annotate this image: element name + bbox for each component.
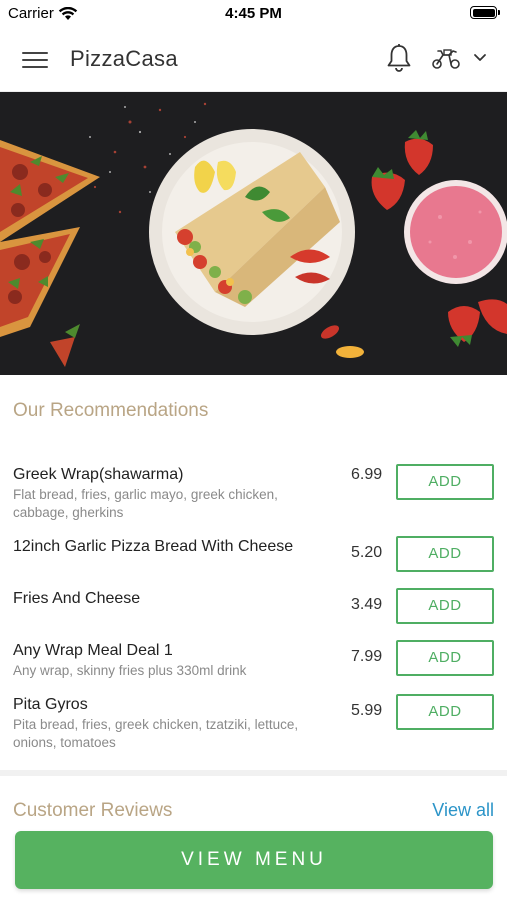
item-name: Any Wrap Meal Deal 1 — [13, 642, 173, 659]
item-price: 5.99 — [351, 702, 383, 719]
item-price: 3.49 — [351, 596, 383, 613]
view-menu-button[interactable]: VIEW MENU — [15, 831, 493, 889]
notification-bell-icon[interactable] — [385, 43, 413, 73]
status-time: 4:45 PM — [225, 5, 282, 22]
app-title: PizzaCasa — [70, 46, 178, 71]
item-price: 5.20 — [351, 544, 383, 561]
chevron-down-icon[interactable] — [472, 52, 488, 64]
item-price: 6.99 — [351, 466, 383, 483]
item-description: Pita bread, fries, greek chicken, tzatzi… — [13, 717, 299, 750]
view-all-reviews-link[interactable]: View all — [432, 800, 494, 821]
item-name: Fries And Cheese — [13, 590, 141, 607]
item-name: 12inch Garlic Pizza Bread With Cheese — [13, 538, 294, 555]
item-price: 7.99 — [351, 648, 383, 665]
add-to-cart-button[interactable]: ADD — [396, 694, 494, 730]
item-description: Flat bread, fries, garlic mayo, greek ch… — [13, 487, 278, 520]
item-description: Any wrap, skinny fries plus 330ml drink — [13, 663, 247, 678]
hero-food-image — [0, 92, 507, 375]
add-to-cart-button[interactable]: ADD — [396, 464, 494, 500]
customer-reviews-heading: Customer Reviews — [13, 800, 173, 821]
hero-illustration — [0, 102, 507, 367]
delivery-scooter-icon[interactable] — [430, 46, 462, 70]
battery-icon — [470, 6, 500, 19]
add-to-cart-button[interactable]: ADD — [396, 588, 494, 624]
recommendations-heading: Our Recommendations — [13, 400, 209, 421]
add-to-cart-button[interactable]: ADD — [396, 640, 494, 676]
section-divider — [0, 770, 507, 776]
item-name: Pita Gyros — [13, 696, 88, 713]
add-to-cart-button[interactable]: ADD — [396, 536, 494, 572]
app-header: PizzaCasa — [0, 26, 507, 92]
status-bar: Carrier 4:45 PM — [0, 0, 507, 26]
item-name: Greek Wrap(shawarma) — [13, 466, 184, 483]
hamburger-menu-icon[interactable] — [22, 48, 48, 70]
